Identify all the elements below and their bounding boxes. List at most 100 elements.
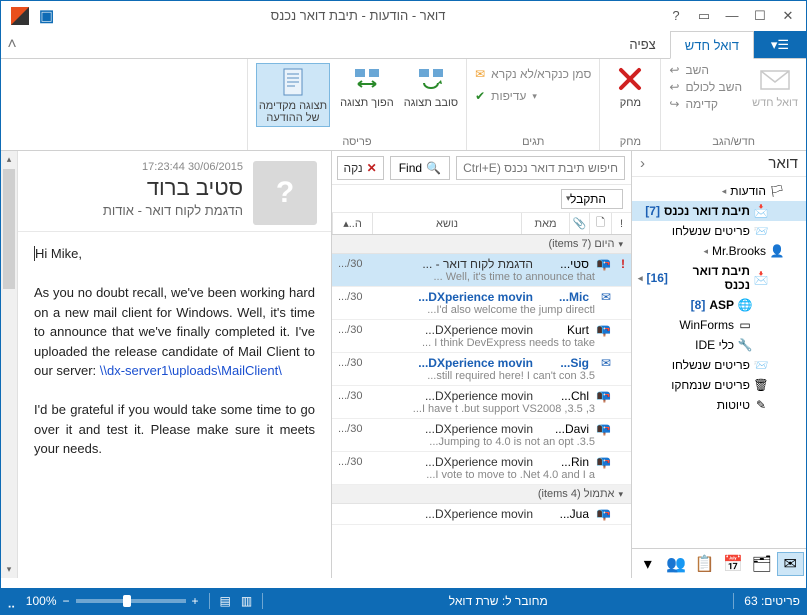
nav-module-card[interactable]: 🗂 xyxy=(748,552,776,576)
flip-view-button[interactable]: הפוך תצוגה xyxy=(340,63,394,109)
node-ide[interactable]: 🔧כלי IDE xyxy=(632,335,806,355)
new-mail-button[interactable]: דואל חדש xyxy=(752,63,798,109)
ribbon-collapse-button[interactable]: ▭ xyxy=(690,5,718,27)
nav-module-contacts[interactable]: 👥 xyxy=(663,552,691,576)
envelope-icon: ✉ xyxy=(595,290,611,304)
col-importance[interactable]: ! xyxy=(611,213,631,234)
folder-tree[interactable]: 🏳הודעות◂ 📩תיבת דואר נכנס[7] 📨פריטים שנשל… xyxy=(632,177,806,548)
msg-from: Chl... xyxy=(539,389,589,403)
message-item[interactable]: 📭 Kurt DXperience movin... 30/... I thin… xyxy=(332,320,631,353)
msg-subject: DXperience movin... xyxy=(368,455,533,469)
view-normal-button[interactable]: ▥ xyxy=(241,594,252,608)
reading-date: 30/06/2015 17:23:44 xyxy=(32,161,243,173)
msg-preview: Well, it's time to announce that ... xyxy=(338,271,625,283)
col-date[interactable]: ה.. ▴ xyxy=(332,213,372,234)
ribbon-options-button[interactable]: ˄ xyxy=(1,31,23,58)
tab-view[interactable]: צפיה xyxy=(615,31,669,58)
rotate-view-button[interactable]: סובב תצוגה xyxy=(404,63,458,109)
nav-module-calendar[interactable]: 📅 xyxy=(720,552,748,576)
zoom-in-button[interactable]: + xyxy=(192,594,199,608)
scroll-up-button[interactable]: ▴ xyxy=(1,151,17,168)
rotate-icon xyxy=(415,63,447,95)
reply-button[interactable]: השב↩ xyxy=(669,63,709,77)
zoom-slider[interactable] xyxy=(76,599,186,603)
find-button[interactable]: 🔍Find xyxy=(390,156,450,180)
resize-grip-icon[interactable]: ⣀ xyxy=(7,594,16,608)
status-bar: פריטים: 63 מחובר ל: שרת דואל ▥ ▤ 100% − … xyxy=(1,588,806,614)
envelope-icon xyxy=(759,63,791,95)
forward-button[interactable]: קדימה↪ xyxy=(669,97,718,111)
col-icon[interactable]: 🗋 xyxy=(589,213,611,234)
msg-date: 30/... xyxy=(338,291,362,303)
node-inbox[interactable]: 📩תיבת דואר נכנס[7] xyxy=(632,201,806,221)
msg-date: 30/... xyxy=(338,423,362,435)
node-announcements[interactable]: 🏳הודעות◂ xyxy=(632,181,806,201)
node-brooks[interactable]: 👤Mr.Brooks◂ xyxy=(632,241,806,261)
zoom-out-button[interactable]: − xyxy=(63,594,70,608)
checkmark-icon: ✔ xyxy=(475,89,485,103)
msg-date: 30/... xyxy=(338,324,362,336)
document-icon xyxy=(277,66,309,98)
message-item[interactable]: ✉ Mic... DXperience movin... 30/... I'd … xyxy=(332,287,631,320)
message-item[interactable]: 📭 Rin... DXperience movin... 30/... I vo… xyxy=(332,452,631,485)
search-input[interactable] xyxy=(456,156,625,180)
arrange-by-button[interactable]: התקבל xyxy=(561,189,623,209)
nav-overflow-button[interactable]: ▾ xyxy=(634,552,662,576)
node-inbox2[interactable]: 📩תיבת דואר נכנס[16]◂ xyxy=(632,261,806,295)
nav-module-mail[interactable]: ✉ xyxy=(777,552,805,576)
inbox-icon: 📩 xyxy=(754,271,768,285)
trash-icon: 🗑 xyxy=(754,378,768,392)
server-link[interactable]: \\dx-server1\uploads\MailClient\ xyxy=(100,363,282,378)
file-tab[interactable]: ☰▾ xyxy=(754,31,806,58)
reply-all-button[interactable]: השב לכולם↩ xyxy=(669,80,742,94)
message-item[interactable]: ! 📭 סטי... הדגמת לקוח דואר - ... 30/... … xyxy=(332,254,631,287)
scrollbar[interactable]: ▴ ▾ xyxy=(1,151,18,578)
tab-mail-new[interactable]: דואל חדש xyxy=(670,31,754,59)
reading-pane: ▴ ▾ 30/06/2015 17:23:44 סטיב ברוד הדגמת … xyxy=(1,151,331,578)
message-item[interactable]: 📭 Chl... DXperience movin... 30/... I ha… xyxy=(332,386,631,419)
column-headers[interactable]: ! 🗋 📎 מאת נושא ה.. ▴ xyxy=(332,213,631,235)
col-from[interactable]: מאת xyxy=(521,213,569,234)
zoom-control[interactable]: 100% − + xyxy=(26,594,199,608)
ribbon-group-delete: מחק מחק xyxy=(599,59,660,150)
node-drafts[interactable]: ✎טיוטות xyxy=(632,395,806,415)
scroll-down-button[interactable]: ▾ xyxy=(1,561,17,578)
message-item[interactable]: 📭 Davi... DXperience movin... 30/... Jum… xyxy=(332,419,631,452)
app-logo-icon xyxy=(11,7,29,25)
help-button[interactable]: ? xyxy=(662,5,690,27)
view-reading-button[interactable]: ▤ xyxy=(220,594,231,608)
group-today[interactable]: ▾היום (7 items) xyxy=(332,235,631,254)
message-list-pane: 🔍Find ✕נקה התקבל ! 🗋 📎 מאת נושא ה.. ▴ ▾ה… xyxy=(331,151,631,578)
clear-button[interactable]: ✕נקה xyxy=(337,156,384,180)
flip-icon xyxy=(351,63,383,95)
col-subject[interactable]: נושא xyxy=(372,213,521,234)
message-list[interactable]: ▾היום (7 items) ! 📭 סטי... הדגמת לקוח דו… xyxy=(332,235,631,578)
chevron-right-icon[interactable]: ‹ xyxy=(640,155,645,172)
preview-button[interactable]: תצוגה מקדימה של ההודעה xyxy=(256,63,330,127)
close-button[interactable]: ✕ xyxy=(774,5,802,27)
msg-from: Kurt xyxy=(539,323,589,337)
minimize-button[interactable]: — xyxy=(718,5,746,27)
node-sent[interactable]: 📨פריטים שנשלחו xyxy=(632,221,806,241)
message-item[interactable]: 📭 Jua... DXperience movin... xyxy=(332,504,631,525)
msg-preview: Jumping to 4.0 is not an opt .3.5... xyxy=(338,436,625,448)
col-attachment[interactable]: 📎 xyxy=(569,213,589,234)
message-item[interactable]: ✉ Sig... DXperience movin... 30/... stil… xyxy=(332,353,631,386)
nav-module-tasks[interactable]: 📋 xyxy=(691,552,719,576)
msg-subject: DXperience movin... xyxy=(368,323,533,337)
delete-button[interactable]: מחק xyxy=(608,63,652,109)
node-asp[interactable]: 🌐ASP[8] xyxy=(632,295,806,315)
office-icon: ▣ xyxy=(39,6,54,26)
reading-body[interactable]: HHi Mike,i Mike, As you no doubt recall,… xyxy=(18,232,331,578)
node-sent2[interactable]: 📨פריטים שנשלחו xyxy=(632,355,806,375)
mark-unread-button[interactable]: סמן כנקרא/לא נקרא✉ xyxy=(475,67,591,81)
group-yesterday[interactable]: ▾אתמול (4 items) xyxy=(332,485,631,504)
maximize-button[interactable]: ☐ xyxy=(746,5,774,27)
priority-button[interactable]: ▾עדיפות✔ xyxy=(475,89,537,103)
nav-switcher: ▾ 👥 📋 📅 🗂 ✉ xyxy=(632,548,806,578)
msg-subject: DXperience movin... xyxy=(368,290,533,304)
title-bar: ▣ דואר - הודעות - תיבת דואר נכנס ? ▭ — ☐… xyxy=(1,1,806,31)
scroll-thumb[interactable] xyxy=(3,169,15,289)
node-deleted[interactable]: 🗑פריטים שנמחקו xyxy=(632,375,806,395)
node-winforms[interactable]: ▭WinForms xyxy=(632,315,806,335)
